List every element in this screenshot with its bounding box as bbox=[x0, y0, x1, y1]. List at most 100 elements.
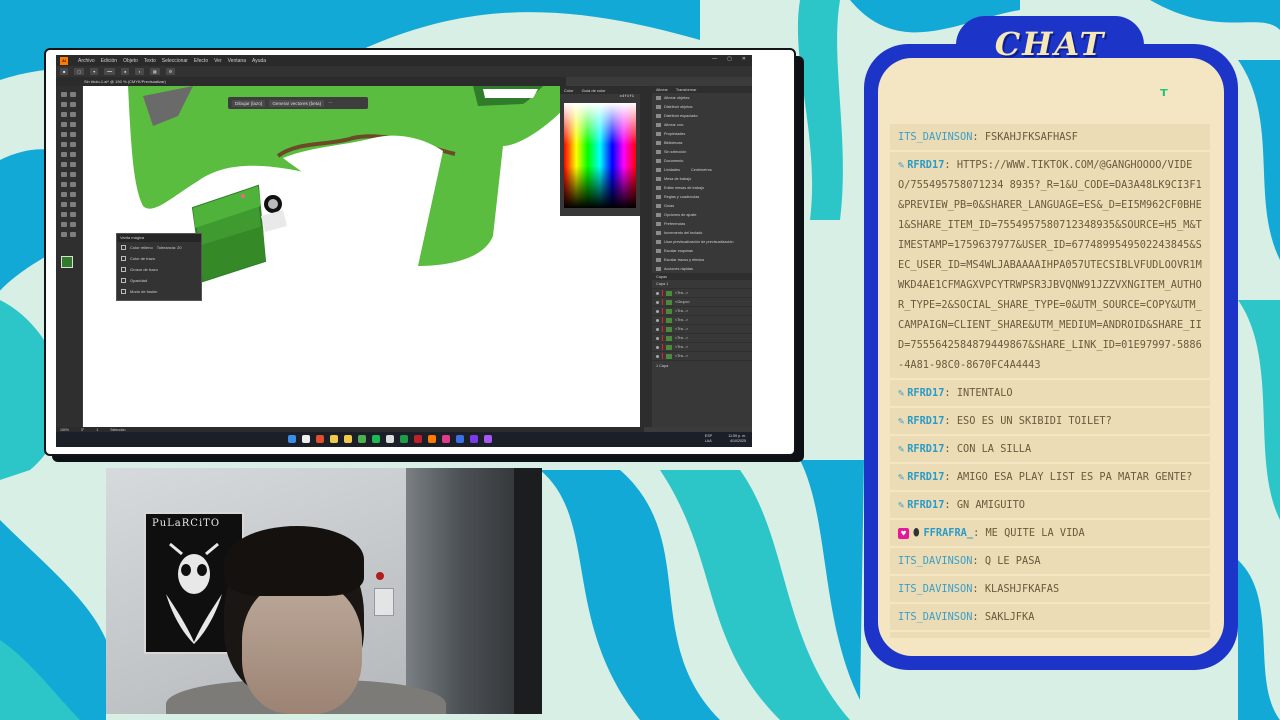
chat-username[interactable]: RFRD17 bbox=[907, 443, 944, 455]
properties-row[interactable]: Bibliotecas bbox=[652, 138, 752, 147]
visibility-eye-icon[interactable] bbox=[656, 309, 659, 313]
properties-row[interactable]: Mesa de trabajo bbox=[652, 174, 752, 183]
visibility-eye-icon[interactable] bbox=[656, 345, 659, 349]
tool-icon[interactable] bbox=[70, 182, 76, 187]
properties-row[interactable]: Editar mesas de trabajo bbox=[652, 183, 752, 192]
menu-edicion[interactable]: Edición bbox=[101, 58, 117, 64]
properties-row[interactable]: Alinear con: bbox=[652, 120, 752, 129]
tool-icon[interactable] bbox=[61, 112, 67, 117]
hex-field[interactable]: c4f1f1 bbox=[620, 95, 634, 99]
visibility-eye-icon[interactable] bbox=[656, 318, 659, 322]
lasso-trace-button[interactable]: Dibujar (lazo) bbox=[232, 99, 266, 107]
tool-icon[interactable] bbox=[61, 122, 67, 127]
visibility-eye-icon[interactable] bbox=[656, 327, 659, 331]
sublayer-row[interactable]: <Tra...> bbox=[652, 343, 752, 352]
stroke-swatch[interactable]: ▢ bbox=[74, 68, 85, 75]
search-icon[interactable] bbox=[302, 435, 310, 443]
tool-icon[interactable] bbox=[61, 212, 67, 217]
chat-username[interactable]: RFRD17 bbox=[907, 387, 944, 399]
artboard-canvas[interactable]: Dibujar (lazo) Generar vectores (beta) ⋯… bbox=[83, 86, 640, 427]
variable-width[interactable]: ━━ bbox=[104, 68, 116, 75]
tab-transform[interactable]: Transformar bbox=[676, 88, 697, 92]
checkbox-icon[interactable] bbox=[121, 245, 126, 250]
app-icon[interactable] bbox=[484, 435, 492, 443]
properties-row[interactable]: Preferencias bbox=[652, 219, 752, 228]
menu-texto[interactable]: Texto bbox=[144, 58, 156, 64]
visibility-eye-icon[interactable] bbox=[656, 336, 659, 340]
menu-ver[interactable]: Ver bbox=[214, 58, 222, 64]
tool-icon[interactable] bbox=[70, 132, 76, 137]
sublayer-row[interactable]: <Tra...> bbox=[652, 307, 752, 316]
magic-wand-row-stroke-weight[interactable]: Grosor de trazo bbox=[117, 264, 201, 275]
brush-definition[interactable]: ● bbox=[121, 68, 130, 75]
tool-icon[interactable] bbox=[70, 202, 76, 207]
tool-icon[interactable] bbox=[70, 162, 76, 167]
properties-row[interactable]: Distribuir objetos: bbox=[652, 102, 752, 111]
rotation-angle[interactable]: 0° bbox=[81, 428, 84, 432]
menu-objeto[interactable]: Objeto bbox=[123, 58, 138, 64]
windows-start-icon[interactable] bbox=[288, 435, 296, 443]
tool-icon[interactable] bbox=[70, 102, 76, 107]
tool-icon[interactable] bbox=[70, 222, 76, 227]
document-tab[interactable]: Sin título-1.ai* @ 150 % (CMYK/Previsual… bbox=[84, 79, 166, 84]
magic-wand-row-stroke-color[interactable]: Color de trazo bbox=[117, 253, 201, 264]
chat-username[interactable]: RFRD17 bbox=[907, 159, 944, 171]
tolerance-field[interactable]: Tolerancia: 20 bbox=[157, 242, 182, 253]
tool-icon[interactable] bbox=[61, 92, 67, 97]
app-icon[interactable] bbox=[470, 435, 478, 443]
properties-row[interactable]: Distribuir espaciado: bbox=[652, 111, 752, 120]
color-spectrum[interactable] bbox=[564, 103, 636, 208]
spotify-icon[interactable] bbox=[372, 435, 380, 443]
properties-row[interactable]: Acciones rápidas bbox=[652, 264, 752, 273]
document-setup-button[interactable]: ⚙ bbox=[165, 68, 176, 75]
tool-icon[interactable] bbox=[61, 222, 67, 227]
properties-row[interactable]: Alinear objetos: bbox=[652, 93, 752, 102]
sublayer-row[interactable]: <Grupo> bbox=[652, 298, 752, 307]
app-icon[interactable] bbox=[456, 435, 464, 443]
clock[interactable]: 11:59 p. m. 4/10/2025 bbox=[728, 434, 746, 443]
xbox-icon[interactable] bbox=[400, 435, 408, 443]
chat-username[interactable]: ITS_DAVINSON bbox=[898, 611, 972, 623]
illustrator-icon[interactable] bbox=[428, 435, 436, 443]
checkbox-icon[interactable] bbox=[121, 256, 126, 261]
chat-username[interactable]: ITS_DAVINSON bbox=[898, 131, 972, 143]
tool-icon[interactable] bbox=[70, 142, 76, 147]
visibility-eye-icon[interactable] bbox=[656, 291, 659, 295]
properties-row[interactable]: Escalar trazos y efectos bbox=[652, 255, 752, 264]
tool-icon[interactable] bbox=[70, 112, 76, 117]
tool-icon[interactable] bbox=[61, 232, 67, 237]
tab-color-guide[interactable]: Guía de color bbox=[582, 88, 606, 93]
file-explorer-icon[interactable] bbox=[330, 435, 338, 443]
app-icon[interactable] bbox=[414, 435, 422, 443]
tool-icon[interactable] bbox=[70, 192, 76, 197]
tool-icon[interactable] bbox=[61, 132, 67, 137]
magic-wand-row-opacity[interactable]: Opacidad bbox=[117, 275, 201, 286]
brave-browser-icon[interactable] bbox=[316, 435, 324, 443]
language-indicator[interactable]: ESP LAA bbox=[705, 434, 712, 443]
minimize-icon[interactable]: — bbox=[712, 56, 717, 62]
properties-row[interactable]: Unidades Centímetros bbox=[652, 165, 752, 174]
tool-icon[interactable] bbox=[61, 182, 67, 187]
units-dropdown[interactable]: Centímetros bbox=[691, 168, 712, 172]
chat-username[interactable]: FFRAFRA_ bbox=[923, 527, 973, 539]
chat-username[interactable]: ITS_DAVINSON bbox=[898, 555, 972, 567]
sublayer-row[interactable]: <Tra...> bbox=[652, 334, 752, 343]
app-icon[interactable] bbox=[442, 435, 450, 443]
artboard-number[interactable]: 1 bbox=[96, 428, 98, 432]
tab-color[interactable]: Color bbox=[564, 88, 574, 93]
tool-icon[interactable] bbox=[61, 102, 67, 107]
menu-archivo[interactable]: Archivo bbox=[78, 58, 95, 64]
menu-ventana[interactable]: Ventana bbox=[228, 58, 246, 64]
tool-icon[interactable] bbox=[61, 172, 67, 177]
chat-username[interactable]: RFRD17 bbox=[907, 471, 944, 483]
properties-row[interactable]: Sin selección bbox=[652, 147, 752, 156]
visibility-eye-icon[interactable] bbox=[656, 300, 659, 304]
fill-swatch[interactable]: ■ bbox=[60, 68, 69, 75]
magic-wand-row-fill[interactable]: Color relleno Tolerancia: 20 bbox=[117, 242, 201, 253]
store-icon[interactable] bbox=[386, 435, 394, 443]
menu-ayuda[interactable]: Ayuda bbox=[252, 58, 266, 64]
chat-username[interactable]: RFRD17 bbox=[907, 499, 944, 511]
fill-color-swatch[interactable] bbox=[61, 256, 73, 268]
tool-icon[interactable] bbox=[61, 152, 67, 157]
close-icon[interactable]: ✕ bbox=[742, 56, 746, 62]
